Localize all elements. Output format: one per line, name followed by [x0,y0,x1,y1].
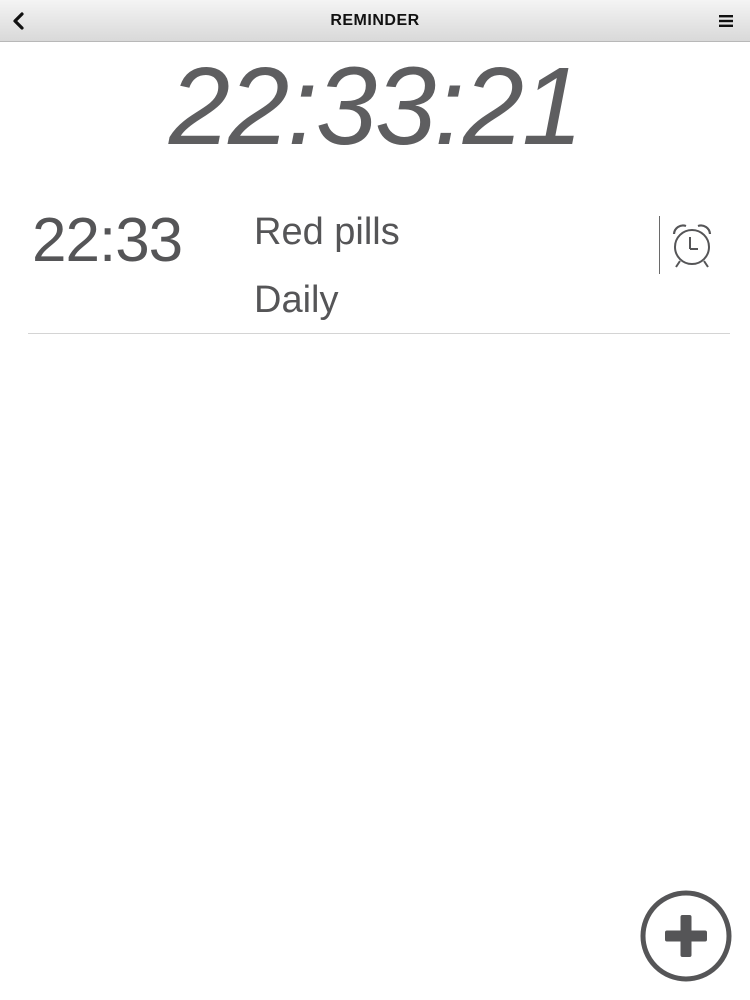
reminder-item[interactable]: 22:33 Red pills Daily [28,198,730,334]
reminder-name: Red pills [254,211,400,253]
alarm-clock-icon [672,224,712,268]
back-button[interactable] [0,0,36,42]
reminder-screen: REMINDER 22:33:21 22:33 Red pills Daily [0,0,750,1000]
hamburger-menu-icon [719,15,733,27]
reminder-repeat: Daily [254,279,339,321]
row-divider [659,216,660,274]
alarm-toggle-button[interactable] [666,218,718,272]
page-title: REMINDER [330,12,420,29]
add-reminder-button[interactable] [638,888,734,984]
current-time-display: 22:33:21 [168,45,583,168]
chevron-left-icon [13,12,24,30]
add-circle-icon [640,890,732,982]
menu-button[interactable] [708,0,744,42]
top-bar: REMINDER [0,0,750,42]
reminder-time: 22:33 [32,206,183,275]
